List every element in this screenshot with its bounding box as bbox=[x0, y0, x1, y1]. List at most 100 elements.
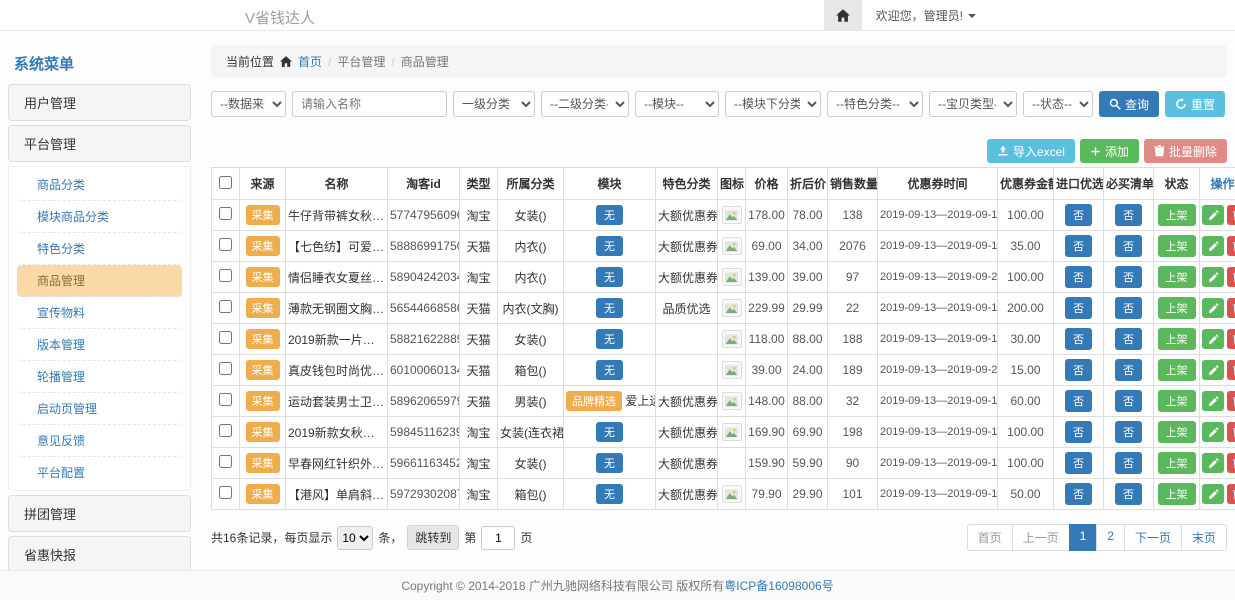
sidebar-item-特色分类[interactable]: 特色分类 bbox=[17, 233, 182, 265]
edit-button[interactable] bbox=[1202, 298, 1224, 318]
delete-button[interactable] bbox=[1227, 484, 1235, 504]
edit-button[interactable] bbox=[1202, 484, 1224, 504]
import-excel-button[interactable]: 导入excel bbox=[987, 139, 1075, 163]
sidebar-item-宣传物料[interactable]: 宣传物料 bbox=[17, 297, 182, 329]
edit-button[interactable] bbox=[1202, 236, 1224, 256]
row-checkbox[interactable] bbox=[219, 269, 232, 282]
row-checkbox[interactable] bbox=[219, 300, 232, 313]
delete-button[interactable] bbox=[1227, 298, 1235, 318]
import-select-toggle[interactable]: 否 bbox=[1065, 235, 1092, 257]
import-select-toggle[interactable]: 否 bbox=[1065, 359, 1092, 381]
row-checkbox[interactable] bbox=[219, 455, 232, 468]
sidebar-item-轮播管理[interactable]: 轮播管理 bbox=[17, 361, 182, 393]
name-search-input[interactable] bbox=[292, 91, 447, 117]
edit-button[interactable] bbox=[1202, 453, 1224, 473]
reset-button[interactable]: 重置 bbox=[1165, 91, 1225, 117]
must-buy-toggle[interactable]: 否 bbox=[1115, 204, 1142, 226]
status-button[interactable]: 上架 bbox=[1158, 328, 1196, 350]
status-button[interactable]: 上架 bbox=[1158, 359, 1196, 381]
delete-button[interactable] bbox=[1227, 422, 1235, 442]
must-buy-toggle[interactable]: 否 bbox=[1115, 328, 1142, 350]
must-buy-toggle[interactable]: 否 bbox=[1115, 266, 1142, 288]
must-buy-toggle[interactable]: 否 bbox=[1115, 235, 1142, 257]
delete-button[interactable] bbox=[1227, 391, 1235, 411]
status-button[interactable]: 上架 bbox=[1158, 483, 1196, 505]
import-select-toggle[interactable]: 否 bbox=[1065, 328, 1092, 350]
sidebar-item-意见反馈[interactable]: 意见反馈 bbox=[17, 425, 182, 457]
sidebar-section-用户管理[interactable]: 用户管理 bbox=[8, 84, 191, 121]
sidebar-item-版本管理[interactable]: 版本管理 bbox=[17, 329, 182, 361]
delete-button[interactable] bbox=[1227, 205, 1235, 225]
sidebar-item-商品管理[interactable]: 商品管理 bbox=[17, 265, 182, 297]
filter-select-模块下分类[interactable]: --模块下分类-- bbox=[725, 91, 821, 117]
select-all-checkbox[interactable] bbox=[219, 176, 232, 189]
must-buy-toggle[interactable]: 否 bbox=[1115, 421, 1142, 443]
per-page-select[interactable]: 10 bbox=[337, 526, 373, 550]
sidebar-item-启动页管理[interactable]: 启动页管理 bbox=[17, 393, 182, 425]
edit-button[interactable] bbox=[1202, 329, 1224, 349]
breadcrumb-home-link[interactable]: 首页 bbox=[298, 53, 322, 70]
status-button[interactable]: 上架 bbox=[1158, 204, 1196, 226]
must-buy-toggle[interactable]: 否 bbox=[1115, 483, 1142, 505]
row-checkbox[interactable] bbox=[219, 207, 232, 220]
status-button[interactable]: 上架 bbox=[1158, 452, 1196, 474]
home-button[interactable] bbox=[824, 0, 862, 31]
status-button[interactable]: 上架 bbox=[1158, 390, 1196, 412]
import-select-toggle[interactable]: 否 bbox=[1065, 390, 1092, 412]
icp-link[interactable]: 粤ICP备16098006号 bbox=[724, 577, 833, 594]
sidebar-item-模块商品分类[interactable]: 模块商品分类 bbox=[17, 201, 182, 233]
import-select-toggle[interactable]: 否 bbox=[1065, 204, 1092, 226]
filter-select-数据来源[interactable]: --数据来源-- bbox=[211, 91, 286, 117]
delete-button[interactable] bbox=[1227, 236, 1235, 256]
pager-上一页[interactable]: 上一页 bbox=[1012, 524, 1070, 551]
status-button[interactable]: 上架 bbox=[1158, 235, 1196, 257]
row-checkbox[interactable] bbox=[219, 424, 232, 437]
search-button[interactable]: 查询 bbox=[1099, 91, 1159, 117]
filter-select-二级分类[interactable]: --二级分类-- bbox=[541, 91, 629, 117]
delete-button[interactable] bbox=[1227, 267, 1235, 287]
filter-select-模块[interactable]: --模块-- bbox=[635, 91, 719, 117]
must-buy-toggle[interactable]: 否 bbox=[1115, 390, 1142, 412]
edit-button[interactable] bbox=[1202, 360, 1224, 380]
must-buy-toggle[interactable]: 否 bbox=[1115, 452, 1142, 474]
row-checkbox[interactable] bbox=[219, 362, 232, 375]
page-number-input[interactable] bbox=[481, 526, 515, 550]
sidebar-item-平台配置[interactable]: 平台配置 bbox=[17, 457, 182, 488]
delete-button[interactable] bbox=[1227, 360, 1235, 380]
import-select-toggle[interactable]: 否 bbox=[1065, 483, 1092, 505]
row-checkbox[interactable] bbox=[219, 238, 232, 251]
import-select-toggle[interactable]: 否 bbox=[1065, 421, 1092, 443]
edit-button[interactable] bbox=[1202, 422, 1224, 442]
sidebar-section-平台管理[interactable]: 平台管理 bbox=[8, 125, 191, 162]
batch-delete-button[interactable]: 批量删除 bbox=[1144, 139, 1227, 163]
pager-首页[interactable]: 首页 bbox=[967, 524, 1013, 551]
delete-button[interactable] bbox=[1227, 329, 1235, 349]
add-button[interactable]: 添加 bbox=[1080, 139, 1139, 163]
edit-button[interactable] bbox=[1202, 391, 1224, 411]
import-select-toggle[interactable]: 否 bbox=[1065, 297, 1092, 319]
status-button[interactable]: 上架 bbox=[1158, 421, 1196, 443]
sidebar-section-省惠快报[interactable]: 省惠快报 bbox=[8, 536, 191, 573]
edit-button[interactable] bbox=[1202, 205, 1224, 225]
sidebar-item-商品分类[interactable]: 商品分类 bbox=[17, 169, 182, 201]
user-menu[interactable]: 欢迎您，管理员! bbox=[862, 0, 990, 31]
must-buy-toggle[interactable]: 否 bbox=[1115, 359, 1142, 381]
status-button[interactable]: 上架 bbox=[1158, 297, 1196, 319]
filter-select-宝贝类型[interactable]: --宝贝类型-- bbox=[929, 91, 1017, 117]
filter-select-一级分类[interactable]: 一级分类 bbox=[453, 91, 535, 117]
sidebar-section-拼团管理[interactable]: 拼团管理 bbox=[8, 495, 191, 532]
pager-下一页[interactable]: 下一页 bbox=[1124, 524, 1182, 551]
jump-button[interactable]: 跳转到 bbox=[407, 525, 459, 550]
pager-1[interactable]: 1 bbox=[1069, 524, 1098, 551]
filter-select-状态[interactable]: --状态-- bbox=[1023, 91, 1093, 117]
row-checkbox[interactable] bbox=[219, 331, 232, 344]
import-select-toggle[interactable]: 否 bbox=[1065, 452, 1092, 474]
import-select-toggle[interactable]: 否 bbox=[1065, 266, 1092, 288]
filter-select-特色分类[interactable]: --特色分类-- bbox=[827, 91, 923, 117]
row-checkbox[interactable] bbox=[219, 486, 232, 499]
pager-末页[interactable]: 末页 bbox=[1181, 524, 1227, 551]
status-button[interactable]: 上架 bbox=[1158, 266, 1196, 288]
edit-button[interactable] bbox=[1202, 267, 1224, 287]
pager-2[interactable]: 2 bbox=[1096, 524, 1125, 551]
delete-button[interactable] bbox=[1227, 453, 1235, 473]
